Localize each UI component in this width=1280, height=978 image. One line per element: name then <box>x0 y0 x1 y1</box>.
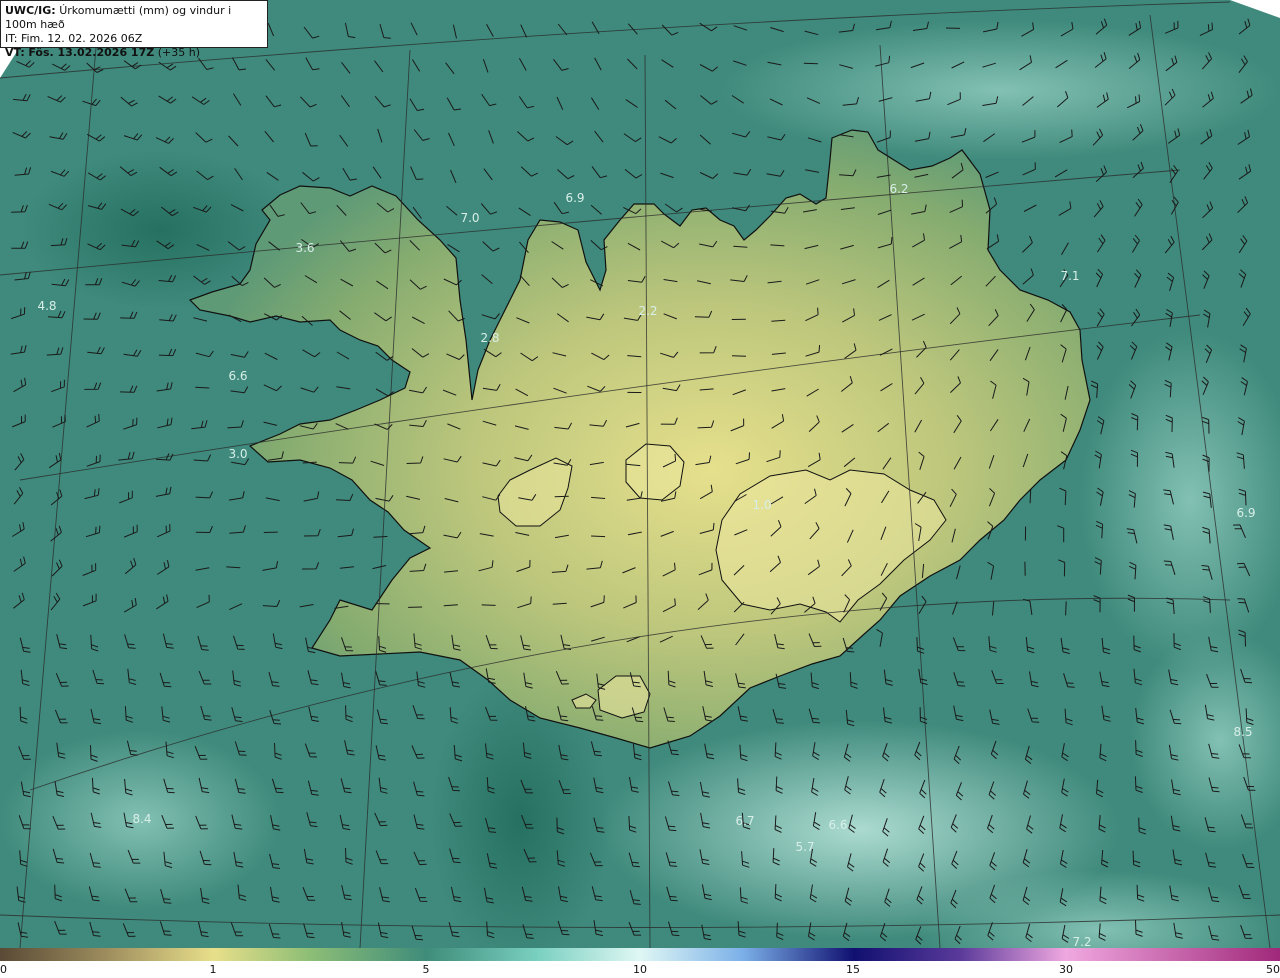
colorbar-tick-label: 1 <box>209 963 217 976</box>
precip-value-label: 3.6 <box>295 241 314 255</box>
lead-time: (+35 h) <box>157 46 200 59</box>
init-label: IT: <box>5 32 18 45</box>
colorbar-gradient <box>0 948 1280 961</box>
colorbar-tick-label: 15 <box>846 963 860 976</box>
map-canvas: 7.0 6.9 6.2 3.6 7.1 4.8 2.8 2.2 6.6 3.0 1.0 6.9 8.5 8… <box>0 0 1280 948</box>
map-header-box: UWC/IG: Úrkomumætti (mm) og vindur i 100… <box>0 0 268 59</box>
precip-value-label: 6.6 <box>828 818 847 832</box>
valid-time: Fös. 13.02.2026 17Z <box>28 46 155 59</box>
colorbar-tick-label: 10 <box>633 963 647 976</box>
model-name: UWC/IG: <box>5 4 56 17</box>
init-time-line: IT: Fim. 12. 02. 2026 06Z <box>5 32 263 46</box>
precipitation-wind-map[interactable]: 7.0 6.9 6.2 3.6 7.1 4.8 2.8 2.2 6.6 3.0 1.0 6.9 8.5 8… <box>0 0 1280 948</box>
wind-barb <box>195 386 210 389</box>
precip-value-label: 4.8 <box>37 299 56 313</box>
precip-value-label: 7.2 <box>1072 935 1091 948</box>
valid-label: VT: <box>5 46 25 59</box>
precip-value-label: 3.0 <box>228 447 247 461</box>
init-time: Fim. 12. 02. 2026 06Z <box>20 32 143 45</box>
precip-value-label: 2.8 <box>480 331 499 345</box>
colorbar-tick-label: 50 <box>1266 963 1280 976</box>
precip-value-label: 6.6 <box>228 369 247 383</box>
precip-value-label: 8.4 <box>132 812 151 826</box>
precip-value-label: 5.7 <box>795 840 814 854</box>
wind-barb <box>1065 601 1067 616</box>
precip-value-label: 6.9 <box>565 191 584 205</box>
precip-value-label: 7.1 <box>1060 269 1079 283</box>
wind-barb <box>1029 489 1032 504</box>
precip-value-label: 6.9 <box>1236 506 1255 520</box>
valid-time-line: VT: Fös. 13.02.2026 17Z (+35 h) <box>5 46 263 60</box>
colorbar-legend: 0 1 5 10 15 30 50 <box>0 948 1280 978</box>
precip-value-label: 6.2 <box>889 182 908 196</box>
precip-value-label: 1.0 <box>752 498 771 512</box>
wind-barb <box>591 535 606 538</box>
sea-shading <box>720 20 1280 160</box>
precip-value-label: 7.0 <box>460 211 479 225</box>
precip-value-label: 8.5 <box>1233 725 1252 739</box>
colorbar-tick-label: 5 <box>422 963 430 976</box>
wind-barb <box>731 355 747 357</box>
title-line: UWC/IG: Úrkomumætti (mm) og vindur i 100… <box>5 4 263 32</box>
precip-value-label: 6.7 <box>735 814 754 828</box>
colorbar-tick-label: 30 <box>1059 963 1073 976</box>
precip-value-label: 2.2 <box>638 304 657 318</box>
colorbar-tick-label: 0 <box>0 963 7 976</box>
wind-barb <box>554 495 569 498</box>
wind-barb <box>481 604 496 606</box>
